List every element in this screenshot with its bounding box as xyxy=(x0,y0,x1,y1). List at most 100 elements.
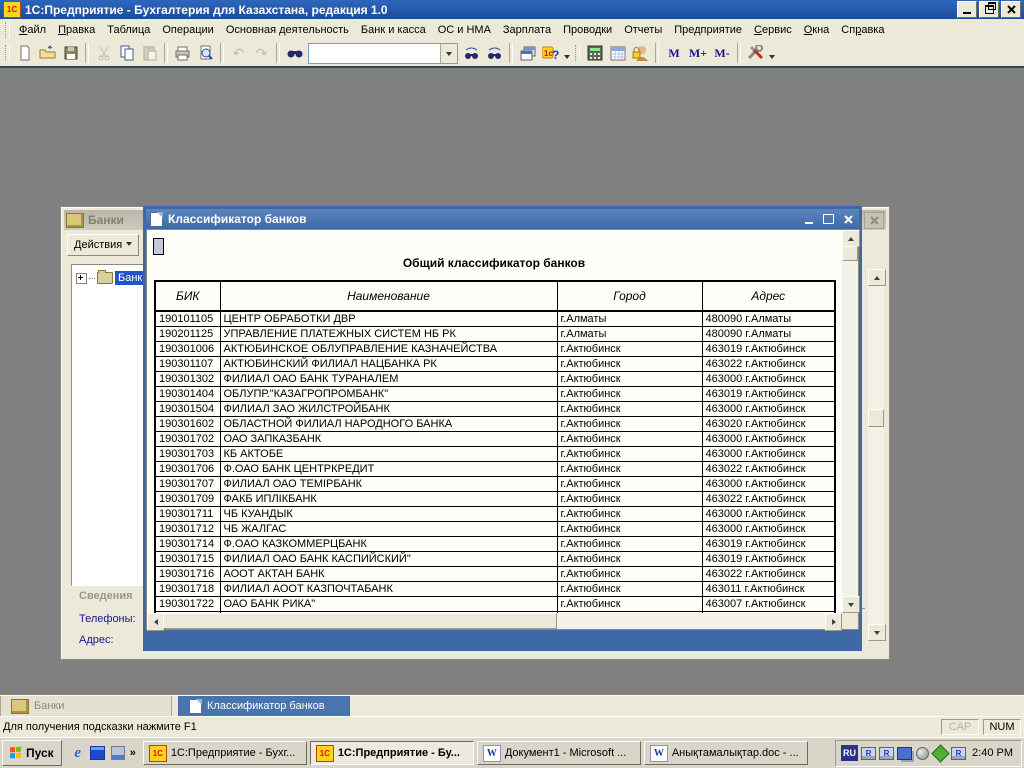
find-previous-button[interactable] xyxy=(483,42,506,64)
table-row[interactable]: 190301602 ОБЛАСТНОЙ ФИЛИАЛ НАРОДНОГО БАНК… xyxy=(154,416,836,432)
table-row[interactable]: 190301404 ОБЛУПР."КАЗАГРОПРОМБАНК" г.Актюб… xyxy=(154,386,836,402)
scroll-down-button[interactable] xyxy=(868,624,886,641)
help-1c-button[interactable]: 1с? xyxy=(539,42,562,64)
table-row[interactable]: 190301718 ФИЛИАЛ АООТ КАЗПОЧТАБАНК г.Актюб… xyxy=(154,581,836,597)
show-desktop-icon[interactable] xyxy=(88,742,108,764)
table-row[interactable]: 190301714 Ф.ОАО КАЗКОММЕРЦБАНК г.Актюбинск… xyxy=(154,536,836,552)
menu-item[interactable]: Правка xyxy=(52,21,101,39)
selected-cell-indicator[interactable] xyxy=(153,238,164,255)
table-row[interactable]: 190301107 АКТЮБИНСКИЙ ФИЛИАЛ НАЦБАНКА РК г… xyxy=(154,356,836,372)
actions-button[interactable]: Действия xyxy=(67,234,140,256)
classifier-vertical-scrollbar[interactable] xyxy=(842,230,860,613)
remote-admin-icon[interactable]: R xyxy=(951,746,967,760)
tools-dropdown-button[interactable] xyxy=(767,40,777,67)
new-document-button[interactable] xyxy=(13,42,36,64)
taskbar-task-button[interactable]: 1С 1С:Предприятие - Бу... xyxy=(309,741,474,765)
internet-explorer-icon[interactable]: e xyxy=(68,742,88,764)
table-row[interactable]: 190301706 Ф.ОАО БАНК ЦЕНТРКРЕДИТ г.Актюбин… xyxy=(154,461,836,477)
quick-launch-overflow-button[interactable]: » xyxy=(130,747,136,759)
remote-admin-icon[interactable]: R xyxy=(879,746,895,760)
table-row[interactable]: 190101105 ЦЕНТР ОБРАБОТКИ ДВР г.Алматы 4800… xyxy=(154,310,836,327)
close-button[interactable] xyxy=(1001,1,1021,18)
network-icon[interactable] xyxy=(897,746,913,760)
remote-admin-icon[interactable]: R xyxy=(861,746,877,760)
menu-item[interactable]: Основная деятельность xyxy=(220,21,355,39)
memory-minus-button[interactable]: M- xyxy=(710,42,734,64)
scroll-right-button[interactable] xyxy=(825,613,842,631)
menu-item[interactable]: ОС и НМА xyxy=(432,21,497,39)
classifier-minimize-button[interactable] xyxy=(800,212,817,227)
start-button[interactable]: Пуск xyxy=(2,740,62,766)
windows-list-button[interactable] xyxy=(516,42,539,64)
toolbar-grip[interactable] xyxy=(5,45,10,61)
menu-item[interactable]: Операции xyxy=(156,21,219,39)
find-button[interactable] xyxy=(283,42,306,64)
table-row[interactable]: 190301504 ФИЛИАЛ ЗАО ЖИЛСТРОЙБАНК г.Актюби… xyxy=(154,401,836,417)
classifier-title-bar[interactable]: Классификатор банков xyxy=(146,209,859,229)
table-row[interactable]: 190301709 ФАКБ ИПЛIКБАНК г.Актюбинск 463022… xyxy=(154,491,836,507)
calendar-button[interactable] xyxy=(606,42,629,64)
menu-item[interactable]: Сервис xyxy=(748,21,798,39)
scroll-thumb[interactable] xyxy=(163,613,557,629)
table-row[interactable]: 190301703 КБ АКТОБЕ г.Актюбинск 463000 г.Ак… xyxy=(154,446,836,462)
save-button[interactable] xyxy=(59,42,82,64)
search-input[interactable] xyxy=(309,43,440,63)
table-row[interactable]: 190301712 ЧБ ЖАЛГАС г.Актюбинск 463000 г.Ак… xyxy=(154,521,836,537)
user-monitor-button[interactable] xyxy=(629,42,652,64)
calculator-button[interactable] xyxy=(583,42,606,64)
menu-item[interactable]: Банк и касса xyxy=(355,21,432,39)
classifier-close-button[interactable] xyxy=(840,212,857,227)
banks-vertical-scrollbar[interactable] xyxy=(868,269,886,641)
table-row[interactable]: 190301302 ФИЛИАЛ ОАО БАНК ТУРАНАЛЕМ г.Актю… xyxy=(154,371,836,387)
tools-button[interactable] xyxy=(744,42,767,64)
table-row[interactable]: 190301716 АООТ АКТАН БАНК г.Актюбинск 46302… xyxy=(154,566,836,582)
scroll-up-button[interactable] xyxy=(842,230,860,247)
classifier-horizontal-scrollbar[interactable] xyxy=(147,613,842,631)
mdi-tab[interactable]: Банки xyxy=(0,696,172,717)
restore-button[interactable] xyxy=(979,1,999,18)
banks-close-button[interactable] xyxy=(864,211,884,229)
memory-plus-button[interactable]: M+ xyxy=(686,42,710,64)
open-button[interactable] xyxy=(36,42,59,64)
menu-item[interactable]: Отчеты xyxy=(618,21,668,39)
scroll-thumb[interactable] xyxy=(842,246,858,261)
tree-expand-icon[interactable] xyxy=(76,272,87,284)
taskbar-task-button[interactable]: W Анықтамалықтар.doc - ... xyxy=(643,741,808,765)
print-button[interactable] xyxy=(171,42,194,64)
scroll-up-button[interactable] xyxy=(868,269,886,286)
copy-button[interactable] xyxy=(115,42,138,64)
language-indicator[interactable]: RU xyxy=(841,745,859,761)
antivirus-icon[interactable] xyxy=(931,743,950,763)
table-row[interactable]: 190301707 ФИЛИАЛ ОАО ТЕМIРБАНК г.Актюбинск… xyxy=(154,476,836,492)
table-row[interactable]: 190301715 ФИЛИАЛ ОАО БАНК КАСПИЙСКИЙ" г.Ак… xyxy=(154,551,836,567)
menu-item[interactable]: Таблица xyxy=(101,21,156,39)
scroll-thumb[interactable] xyxy=(868,409,884,427)
menu-item[interactable]: Справка xyxy=(835,21,890,39)
toolbar-grip[interactable] xyxy=(575,45,580,61)
minimize-button[interactable] xyxy=(957,1,977,18)
menu-item[interactable]: Зарплата xyxy=(497,21,557,39)
taskbar-task-button[interactable]: W Документ1 - Microsoft ... xyxy=(476,741,641,765)
spreadsheet-area[interactable]: Общий классификатор банков БИК Наименова… xyxy=(147,230,842,613)
media-player-icon[interactable] xyxy=(108,742,128,764)
menu-item[interactable]: Предприятие xyxy=(668,21,748,39)
table-row[interactable]: 190301006 АКТЮБИНСКОЕ ОБЛУПРАВЛЕНИЕ КАЗНА… xyxy=(154,341,836,357)
mdi-tab[interactable]: Классификатор банков xyxy=(178,696,350,717)
taskbar-task-button[interactable]: 1С 1С:Предприятие - Бухг... xyxy=(142,741,307,765)
scroll-down-button[interactable] xyxy=(842,596,860,613)
menu-item[interactable]: Проводки xyxy=(557,21,618,39)
classifier-maximize-button[interactable] xyxy=(820,212,837,227)
menu-item[interactable]: Файл xyxy=(13,21,52,39)
scroll-left-button[interactable] xyxy=(147,613,164,631)
table-row[interactable]: 190301711 ЧБ КУАНДЫК г.Актюбинск 463000 г.А… xyxy=(154,506,836,522)
find-next-button[interactable] xyxy=(460,42,483,64)
search-dropdown-button[interactable] xyxy=(440,43,457,63)
toolbar-grip[interactable] xyxy=(5,21,10,38)
help-dropdown-button[interactable] xyxy=(562,40,572,67)
table-row[interactable]: 190301722 ОАО БАНК РИКА" г.Актюбинск 463007… xyxy=(154,596,836,612)
table-row[interactable]: 190201125 УПРАВЛЕНИЕ ПЛАТЕЖНЫХ СИСТЕМ НБ … xyxy=(154,326,836,342)
print-preview-button[interactable] xyxy=(194,42,217,64)
table-row[interactable]: 190301702 ОАО ЗАПКАЗБАНК г.Актюбинск 463000… xyxy=(154,431,836,447)
memory-button[interactable]: M xyxy=(662,42,686,64)
menu-item[interactable]: Окна xyxy=(798,21,836,39)
